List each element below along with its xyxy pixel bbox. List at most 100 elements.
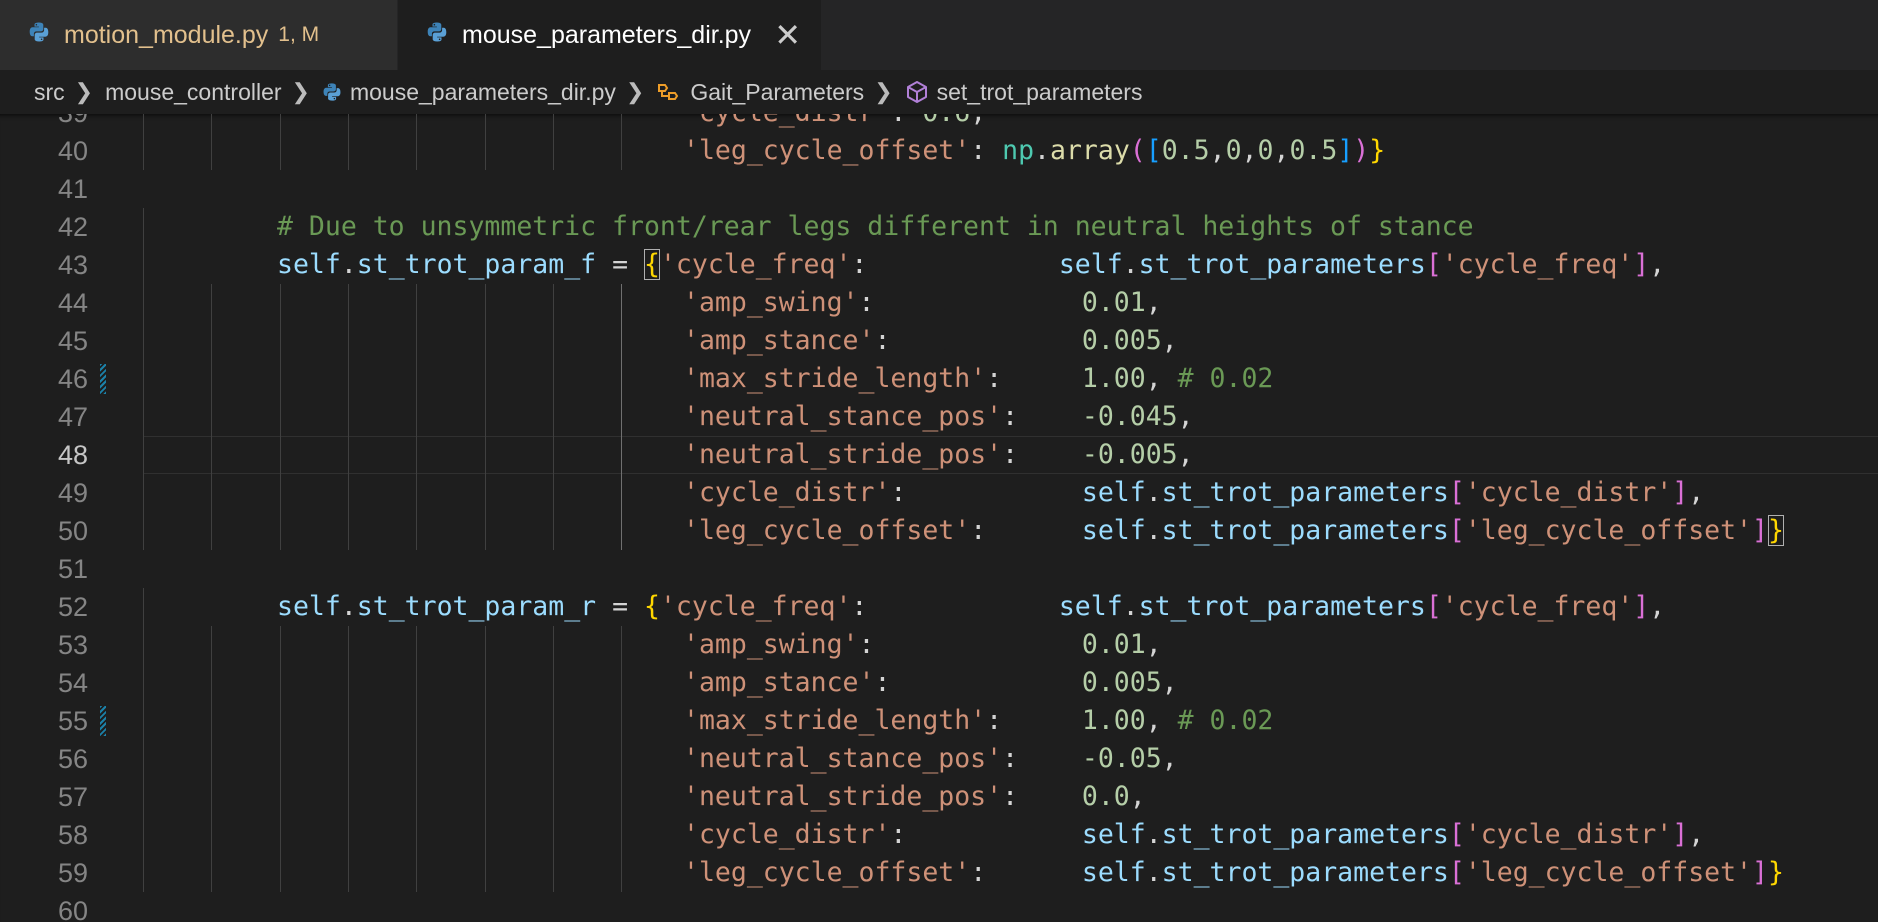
code-token: ] <box>1752 857 1768 888</box>
code-token: . <box>340 591 357 622</box>
code-text: 'amp_stance': 0.005, <box>683 664 1178 702</box>
code-line[interactable]: 59 'leg_cycle_offset': self.st_trot_param… <box>0 854 1878 892</box>
indent-guide <box>280 778 281 816</box>
indent-guide <box>348 816 349 854</box>
close-icon[interactable]: ✕ <box>774 19 801 51</box>
code-token: } <box>1767 515 1784 546</box>
indent-guide <box>621 360 622 398</box>
code-token: : <box>1002 439 1082 470</box>
line-number: 39 <box>0 114 88 132</box>
code-line[interactable]: 57 'neutral_stride_pos': 0.0, <box>0 778 1878 816</box>
code-line[interactable]: 44 'amp_swing': 0.01, <box>0 284 1878 322</box>
breadcrumb-item-class[interactable]: Gait_Parameters <box>690 79 864 106</box>
code-line[interactable]: 51 <box>0 550 1878 588</box>
code-line[interactable]: 58 'cycle_distr': self.st_trot_parameters… <box>0 816 1878 854</box>
indent-guide <box>348 740 349 778</box>
line-number: 59 <box>57 858 88 888</box>
code-token: : <box>970 135 1003 166</box>
code-text: 'amp_swing': 0.01, <box>683 284 1162 322</box>
code-token: , <box>1161 743 1178 774</box>
indent-guide <box>553 816 554 854</box>
indent-guide <box>416 132 417 170</box>
code-token: . <box>1122 249 1139 280</box>
tab-bar: motion_module.py 1, M mouse_parameters_d… <box>0 0 1878 70</box>
tab-motion-module[interactable]: motion_module.py 1, M <box>0 0 398 70</box>
indent-guide <box>211 854 212 892</box>
code-line[interactable]: 42 # Due to unsymmetric front/rear legs d… <box>0 208 1878 246</box>
code-line[interactable]: 56 'neutral_stance_pos': -0.05, <box>0 740 1878 778</box>
code-token: 0.5 <box>1161 135 1210 166</box>
tab-label: mouse_parameters_dir.py <box>462 20 752 49</box>
line-number: 58 <box>57 820 88 850</box>
indent-guide <box>348 436 349 474</box>
code-line[interactable]: 39 'cycle_distr': 0.6, <box>0 114 1878 132</box>
code-token: 'max_stride_length' <box>683 705 987 736</box>
code-text: 'amp_stance': 0.005, <box>683 322 1178 360</box>
line-number: 54 <box>57 668 88 698</box>
indent-guide <box>348 398 349 436</box>
code-token: . <box>1034 135 1050 166</box>
indent-guide <box>485 816 486 854</box>
code-line[interactable]: 52 self.st_trot_param_r = {'cycle_freq': … <box>0 588 1878 626</box>
modified-line-gutter-marker[interactable] <box>100 364 106 394</box>
code-line[interactable]: 47 'neutral_stance_pos': -0.045, <box>0 398 1878 436</box>
tab-label: motion_module.py <box>64 20 269 49</box>
indent-guide <box>143 778 144 816</box>
indent-guide <box>416 626 417 664</box>
code-line[interactable]: 48 'neutral_stride_pos': -0.005, <box>0 436 1878 474</box>
indent-guide <box>143 322 144 360</box>
breadcrumb-item-method[interactable]: set_trot_parameters <box>937 79 1143 106</box>
code-token: : <box>890 477 1082 508</box>
indent-guide <box>553 626 554 664</box>
code-line[interactable]: 45 'amp_stance': 0.005, <box>0 322 1878 360</box>
indent-guide <box>143 512 144 550</box>
code-token: # 0.02 <box>1177 363 1274 394</box>
indent-guide <box>485 474 486 512</box>
line-number: 41 <box>57 174 88 204</box>
code-token: } <box>1767 857 1784 888</box>
code-line[interactable]: 60 <box>0 892 1878 922</box>
indent-guide <box>553 778 554 816</box>
indent-guide <box>553 474 554 512</box>
code-token: : <box>986 705 1082 736</box>
python-file-icon <box>28 21 50 50</box>
code-line[interactable]: 54 'amp_stance': 0.005, <box>0 664 1878 702</box>
indent-guide <box>485 360 486 398</box>
code-editor[interactable]: 39 'cycle_distr': 0.6, 40 'leg_cycle_offset… <box>0 114 1878 922</box>
line-number: 43 <box>57 250 88 280</box>
line-number: 52 <box>57 592 88 622</box>
code-line[interactable]: 43 self.st_trot_param_f = {'cycle_freq': … <box>0 246 1878 284</box>
indent-guide <box>211 322 212 360</box>
code-line[interactable]: 50 'leg_cycle_offset': self.st_trot_param… <box>0 512 1878 550</box>
code-line[interactable]: 53 'amp_swing': 0.01, <box>0 626 1878 664</box>
code-token: 'cycle_distr' <box>683 114 890 128</box>
code-token: , <box>1161 325 1178 356</box>
code-token: 'cycle_freq' <box>659 249 852 280</box>
code-line[interactable]: 49 'cycle_distr': self.st_trot_parameters… <box>0 474 1878 512</box>
code-token: st_trot_parameters <box>1138 591 1426 622</box>
breadcrumb-item-file[interactable]: mouse_parameters_dir.py <box>350 79 616 106</box>
code-token: { <box>644 591 660 622</box>
code-token: , <box>1649 591 1666 622</box>
code-token: : <box>1002 743 1082 774</box>
code-token: { <box>644 249 660 280</box>
code-token: st_trot_param_r <box>356 591 597 622</box>
code-text: 'cycle_distr': 0.6, <box>683 114 986 132</box>
code-token: , <box>970 114 986 128</box>
indent-guide <box>211 626 212 664</box>
breadcrumb-item-src[interactable]: src <box>34 79 65 106</box>
code-text: 'cycle_distr': self.st_trot_parameters['… <box>683 816 1704 854</box>
breadcrumb-item-mouse-controller[interactable]: mouse_controller <box>105 79 281 106</box>
code-line[interactable]: 46 'max_stride_length': 1.00, # 0.02 <box>0 360 1878 398</box>
indent-guide <box>416 702 417 740</box>
code-line[interactable]: 41 <box>0 170 1878 208</box>
code-line[interactable]: 55 'max_stride_length': 1.00, # 0.02 <box>0 702 1878 740</box>
tab-mouse-parameters-dir[interactable]: mouse_parameters_dir.py ✕ <box>398 0 822 70</box>
modified-line-gutter-marker[interactable] <box>100 706 106 736</box>
code-line[interactable]: 40'leg_cycle_offset': np.array([0.5,0,0,… <box>0 132 1878 170</box>
code-text: 'neutral_stride_pos': 0.0, <box>683 778 1146 816</box>
code-token: [ <box>1448 515 1465 546</box>
indent-guide <box>280 854 281 892</box>
indent-guide <box>485 740 486 778</box>
code-token: 0.5 <box>1289 135 1338 166</box>
